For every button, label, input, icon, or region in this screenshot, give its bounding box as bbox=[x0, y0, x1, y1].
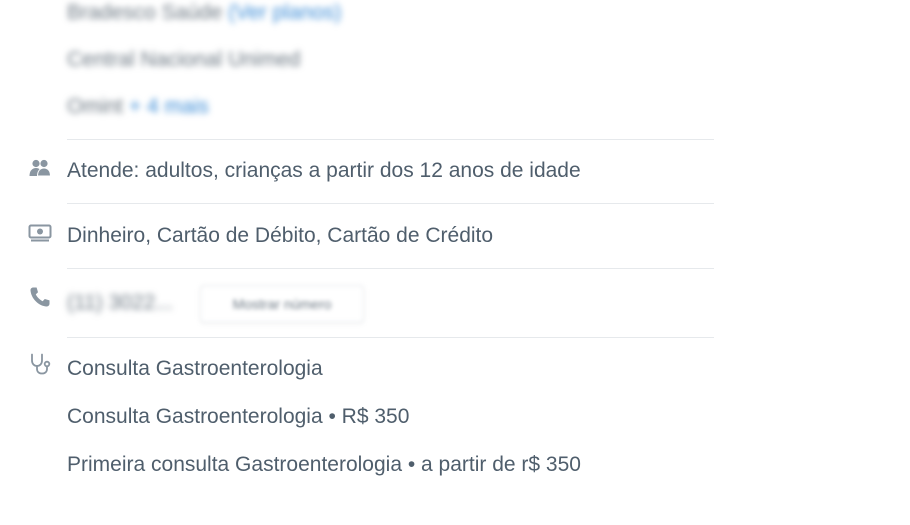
masked-phone-number: (11) 3022... bbox=[67, 291, 173, 314]
insurance-item-3: Omint + 4 mais bbox=[67, 94, 209, 120]
service-item: Consulta Gastroenterologia bbox=[67, 357, 323, 380]
divider bbox=[67, 139, 714, 140]
people-icon bbox=[28, 157, 52, 181]
audience-text: Atende: adultos, crianças a partir dos 1… bbox=[67, 159, 581, 182]
phone-icon bbox=[28, 285, 52, 309]
cash-icon bbox=[28, 221, 52, 245]
divider bbox=[67, 203, 714, 204]
doctor-details-panel: Bradesco Saúde (Ver planos) Central Naci… bbox=[0, 0, 910, 525]
insurance-item-2: Central Nacional Unimed bbox=[67, 47, 300, 73]
insurance-name: Omint bbox=[67, 95, 124, 118]
divider bbox=[67, 268, 714, 269]
insurance-name: Bradesco Saúde bbox=[67, 1, 223, 24]
insurance-item-1: Bradesco Saúde (Ver planos) bbox=[67, 0, 341, 26]
more-insurances-link[interactable]: + 4 mais bbox=[129, 95, 209, 118]
divider bbox=[67, 337, 714, 338]
insurance-name: Central Nacional Unimed bbox=[67, 48, 301, 71]
show-number-button[interactable]: Mostrar número bbox=[200, 285, 364, 323]
payment-methods-text: Dinheiro, Cartão de Débito, Cartão de Cr… bbox=[67, 224, 494, 247]
service-item: Consulta Gastroenterologia • R$ 350 bbox=[67, 405, 410, 428]
stethoscope-icon bbox=[28, 352, 52, 376]
service-item: Primeira consulta Gastroenterologia • a … bbox=[67, 453, 581, 476]
view-plans-link[interactable]: (Ver planos) bbox=[228, 1, 341, 24]
